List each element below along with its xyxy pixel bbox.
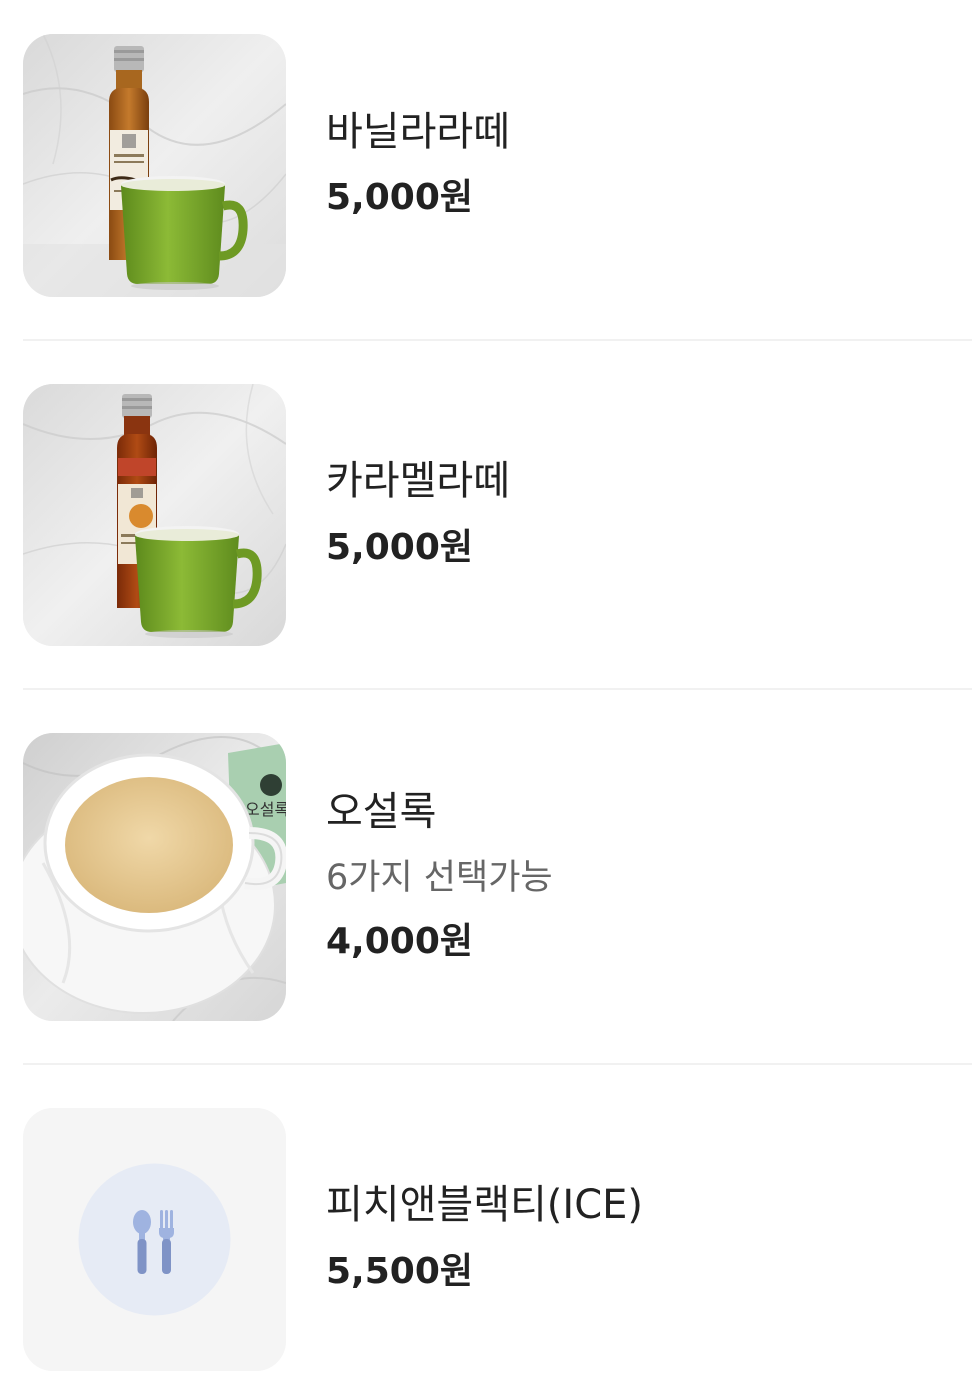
menu-item-osulloc[interactable]: 오설록 오설록 6가지 선택가능 4,000원 <box>0 690 972 1064</box>
tea-cup-photo: 오설록 <box>23 733 286 1021</box>
menu-item-peach-black-tea[interactable]: 피치앤블랙티(ICE) 5,500원 <box>0 1065 972 1399</box>
menu-item-name: 오설록 <box>326 789 437 835</box>
menu-item-description: 6가지 선택가능 <box>326 858 553 898</box>
menu-item-price: 5,000원 <box>326 177 473 218</box>
menu-item-name: 카라멜라떼 <box>326 458 510 504</box>
caramel-syrup-mug-photo <box>23 384 286 646</box>
vanilla-syrup-mug-photo <box>23 34 286 297</box>
menu-item-price: 4,000원 <box>326 921 473 962</box>
menu-item-name: 피치앤블랙티(ICE) <box>326 1182 644 1228</box>
menu-item-vanilla-latte[interactable]: 바닐라라떼 5,000원 <box>0 0 972 340</box>
menu-item-caramel-latte[interactable]: 카라멜라떼 5,000원 <box>0 341 972 689</box>
menu-item-price: 5,500원 <box>326 1251 473 1292</box>
svg-text:오설록: 오설록 <box>245 800 286 819</box>
menu-item-name: 바닐라라떼 <box>326 109 510 155</box>
menu-item-price: 5,000원 <box>326 527 473 568</box>
image-placeholder <box>23 1108 286 1371</box>
